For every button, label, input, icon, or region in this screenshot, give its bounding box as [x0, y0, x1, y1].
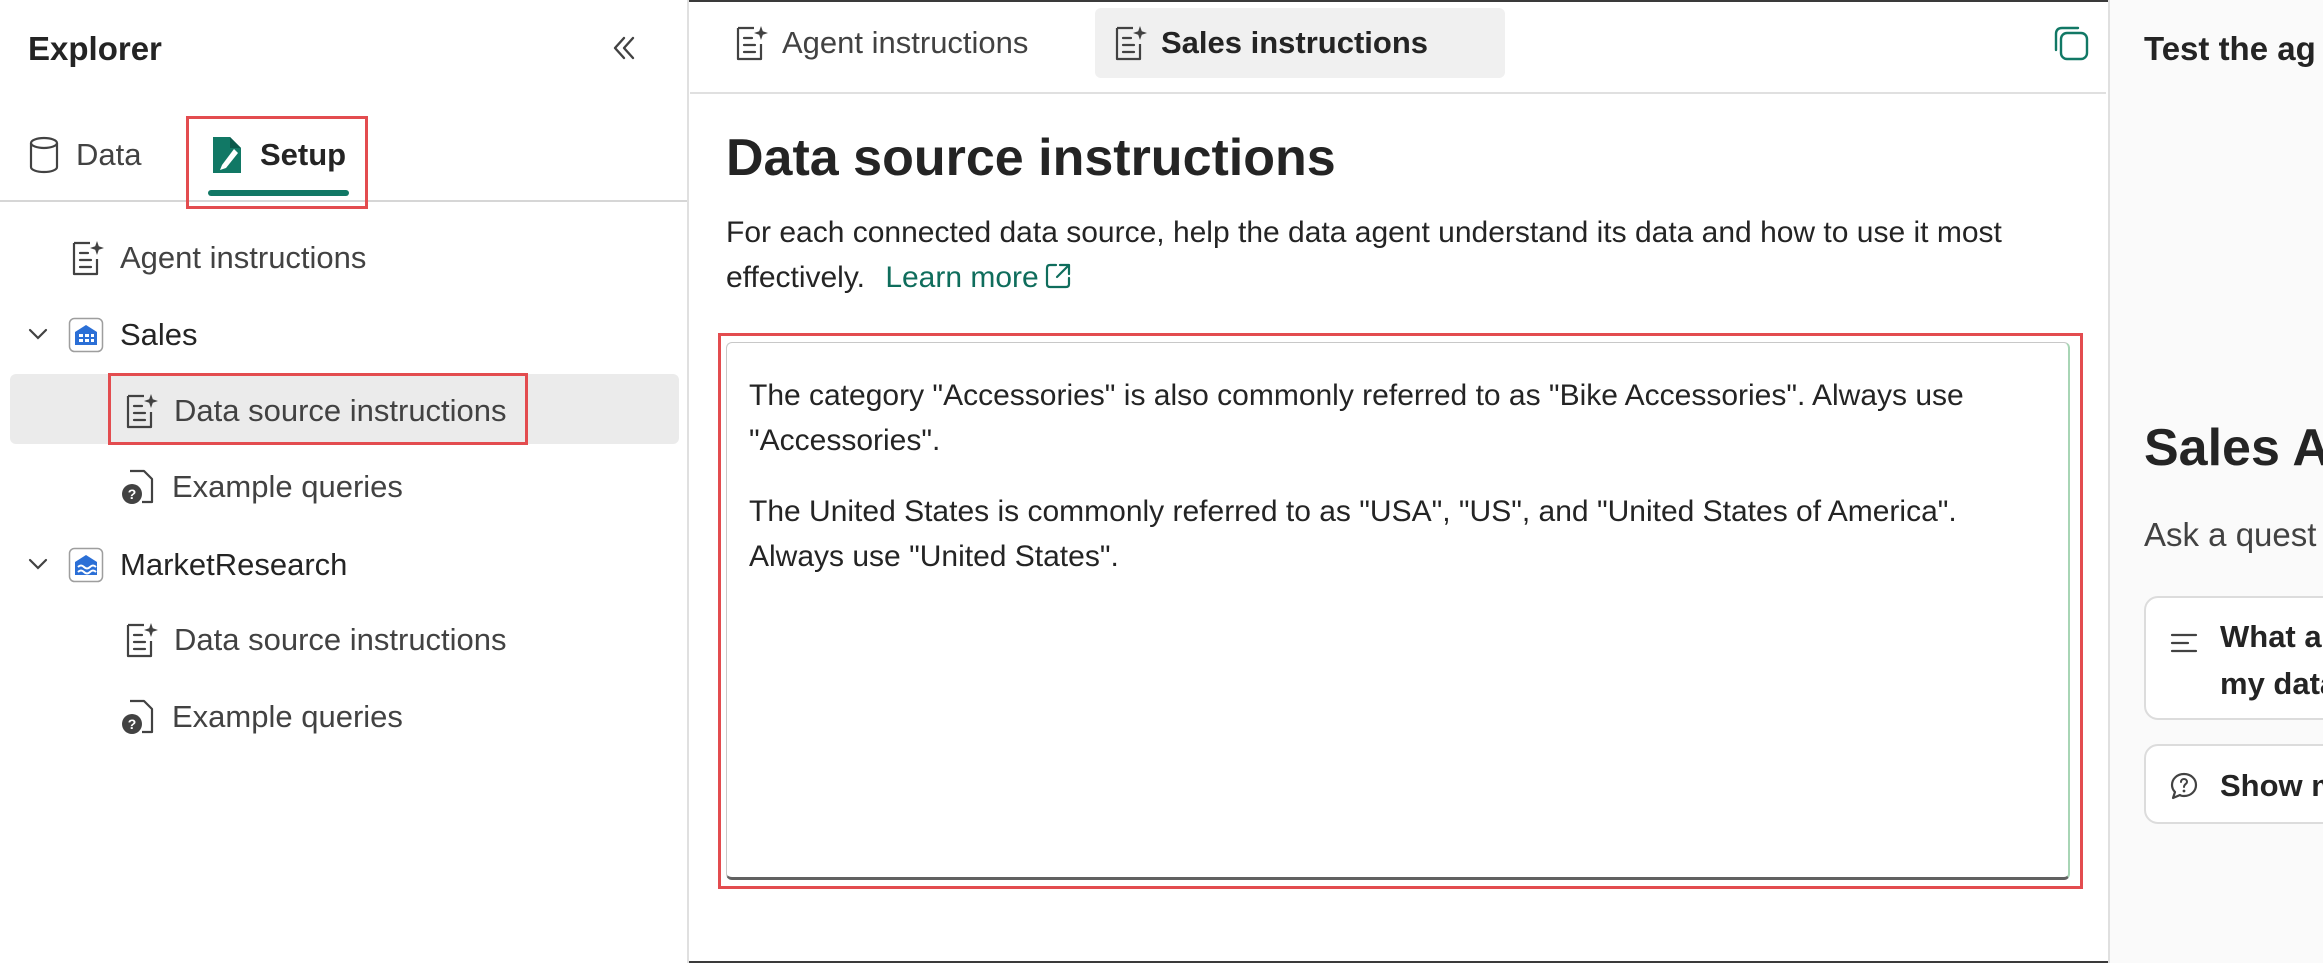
example-queries-icon: ?: [122, 469, 154, 504]
setup-tab-highlight: [186, 116, 368, 209]
svg-text:?: ?: [128, 486, 137, 502]
explorer-pane: Explorer Data Setup Agent instructions S…: [0, 0, 689, 963]
lakehouse-icon: [68, 547, 104, 583]
instructions-sparkle-icon: [126, 623, 158, 658]
show-more-label: Show m: [2220, 768, 2323, 803]
tree-item-sales[interactable]: Sales: [68, 302, 198, 368]
tab-label: Sales instructions: [1161, 25, 1429, 60]
tab-data[interactable]: Data: [28, 128, 141, 182]
page-title: Data source instructions: [726, 129, 1336, 187]
tab-agent-instructions[interactable]: Agent instructions: [716, 8, 1046, 78]
external-link-icon: [1045, 263, 1070, 289]
svg-text:?: ?: [128, 716, 137, 732]
suggestion-card[interactable]: What a my data: [2144, 596, 2323, 720]
tree-item-label: Agent instructions: [120, 240, 367, 275]
document-tabstrip: Agent instructions Sales instructions: [690, 0, 2106, 94]
instructions-textarea[interactable]: The category "Accessories" is also commo…: [726, 342, 2070, 880]
page-description: For each connected data source, help the…: [726, 210, 2096, 300]
instructions-sparkle-icon: [1115, 26, 1147, 61]
ask-prompt: Ask a quest: [2144, 516, 2317, 553]
tree-item-sales-example-queries[interactable]: ? Example queries: [120, 454, 403, 520]
chevron-down-icon[interactable]: [26, 322, 50, 346]
tree-item-label: MarketResearch: [120, 547, 348, 582]
data-source-instructions-highlight: [108, 373, 528, 445]
test-agent-pane: Test the ag Sales A Ask a quest What a m…: [2108, 0, 2323, 963]
tree-item-label: Sales: [120, 317, 198, 352]
instruction-paragraph: The United States is commonly referred t…: [749, 495, 1957, 573]
editor-area: Agent instructions Sales instructions Da…: [690, 0, 2106, 963]
question-bubble-icon: [2170, 772, 2198, 800]
chevron-down-icon[interactable]: [26, 552, 50, 576]
tree-item-label: Example queries: [172, 469, 403, 504]
learn-more-label: Learn more: [885, 261, 1039, 294]
tree-item-label: Example queries: [172, 699, 403, 734]
instructions-sparkle-icon: [736, 26, 768, 61]
tree-item-agent-instructions[interactable]: Agent instructions: [70, 225, 366, 291]
warehouse-icon: [68, 317, 104, 353]
suggestion-text: What a my data: [2220, 613, 2323, 707]
tab-label: Agent instructions: [782, 25, 1029, 60]
tree-item-marketresearch-example-queries[interactable]: ? Example queries: [120, 684, 403, 750]
suggestion-line: What a: [2220, 619, 2322, 654]
learn-more-link[interactable]: Learn more: [885, 261, 1072, 294]
test-pane-title: Test the ag: [2144, 30, 2316, 67]
tree-item-label: Data source instructions: [174, 622, 507, 657]
suggestion-line: my data: [2220, 666, 2323, 701]
show-more-button[interactable]: Show m: [2144, 744, 2323, 824]
tree-item-marketresearch-data-source-instructions[interactable]: Data source instructions: [124, 607, 507, 673]
instruction-paragraph: The category "Accessories" is also commo…: [749, 379, 1964, 457]
database-icon: [29, 136, 59, 174]
tab-data-label: Data: [76, 137, 142, 172]
text-lines-icon: [2170, 633, 2198, 653]
tree-item-marketresearch[interactable]: MarketResearch: [68, 532, 347, 598]
collapse-pane-button[interactable]: [606, 30, 642, 66]
instructions-sparkle-icon: [72, 241, 104, 276]
copy-icon[interactable]: [2050, 22, 2094, 66]
agent-name: Sales A: [2144, 419, 2323, 477]
explorer-title: Explorer: [28, 30, 162, 67]
example-queries-icon: ?: [122, 699, 154, 734]
double-chevron-left-icon: [613, 36, 635, 60]
tab-sales-instructions[interactable]: Sales instructions: [1095, 8, 1505, 78]
